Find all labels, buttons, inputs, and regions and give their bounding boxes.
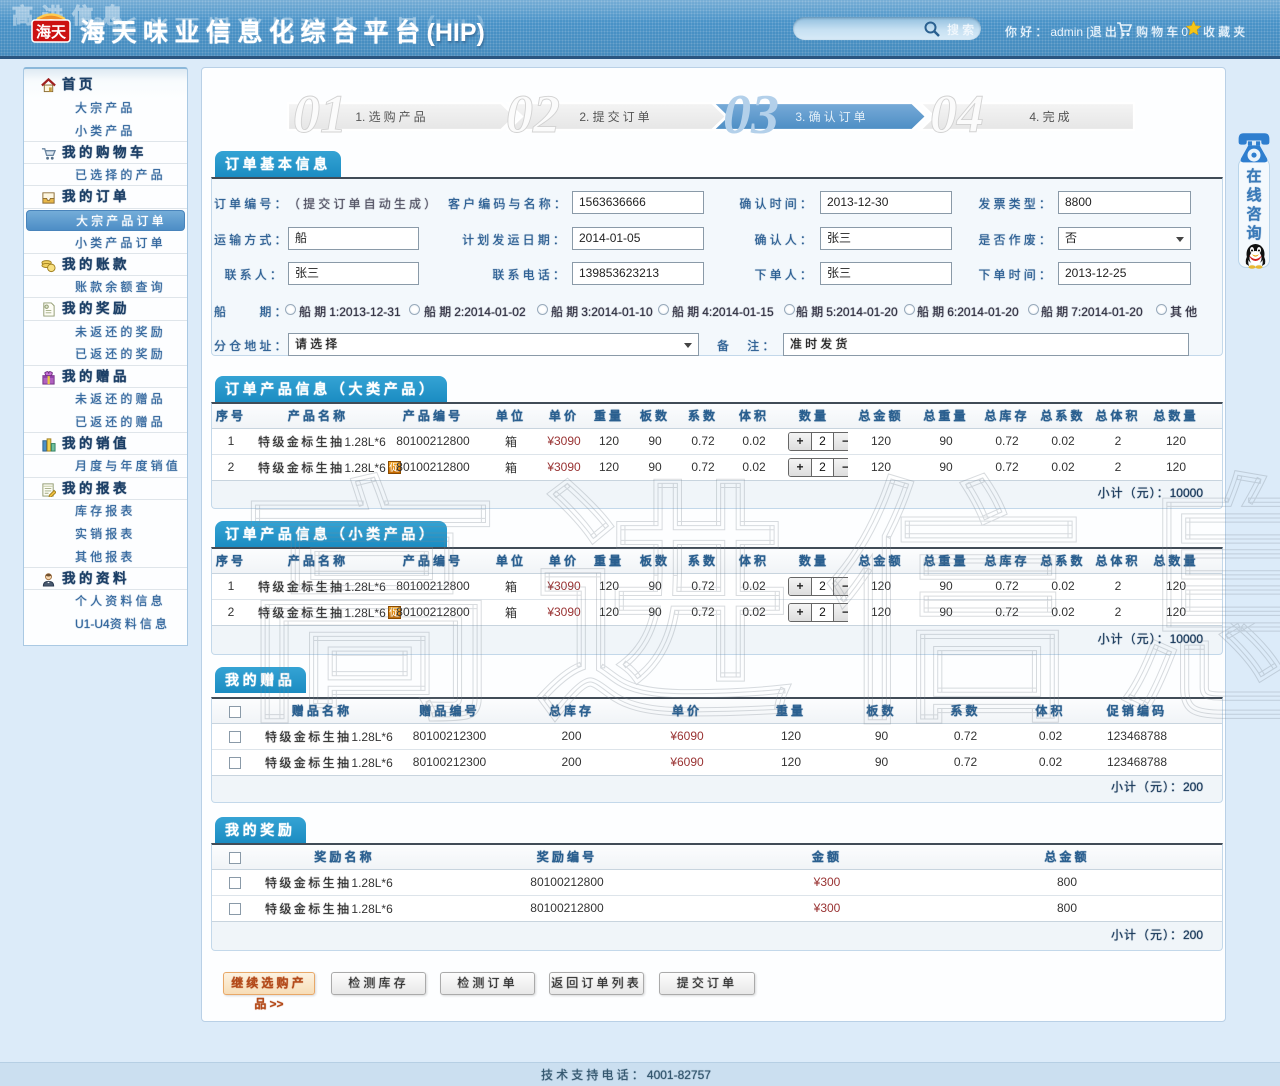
svg-text:04: 04	[930, 94, 984, 140]
svg-text:4. 完成: 4. 完成	[1029, 109, 1072, 124]
svg-text:3. 确认订单: 3. 确认订单	[795, 110, 868, 124]
svg-text:1. 选购产品: 1. 选购产品	[355, 109, 428, 124]
svg-text:01: 01	[293, 94, 347, 140]
svg-text:03: 03	[723, 94, 779, 140]
svg-text:海天: 海天	[36, 23, 67, 41]
svg-text:2. 提交订单: 2. 提交订单	[579, 109, 652, 124]
svg-text:02: 02	[506, 94, 560, 140]
